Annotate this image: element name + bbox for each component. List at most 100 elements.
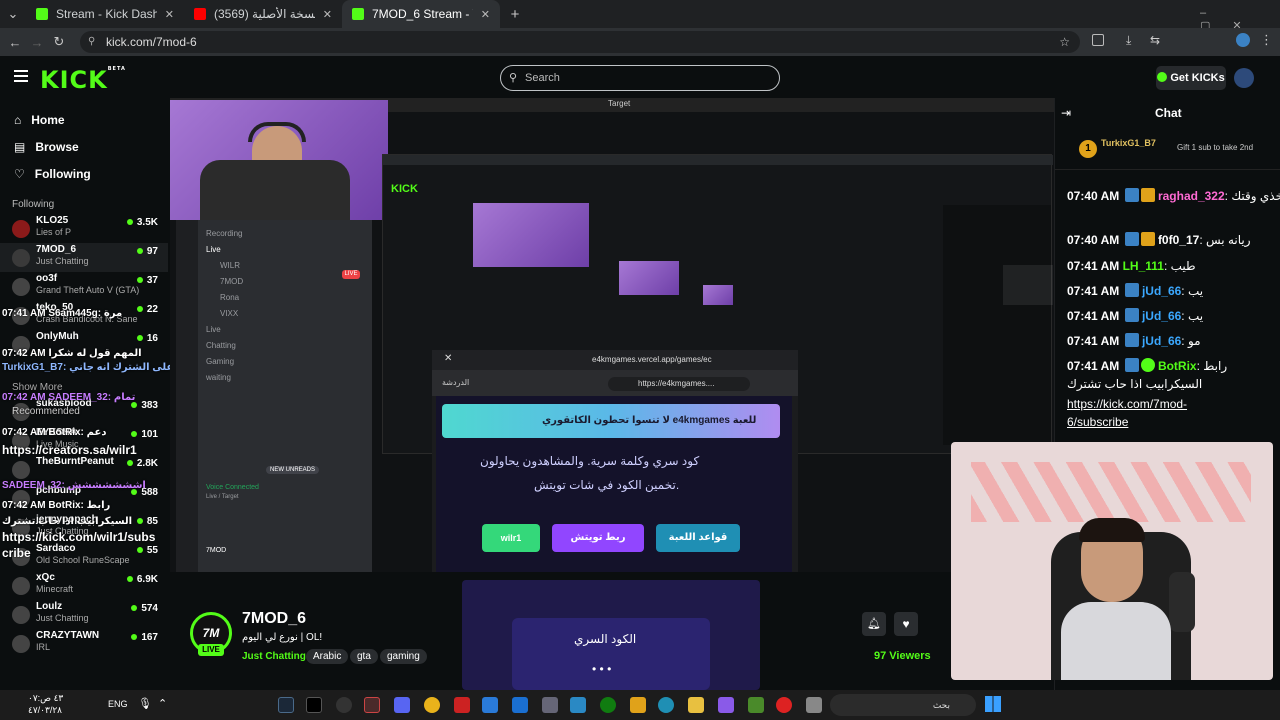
overlay-chat-line: TurkixG1_B7: على الشترك انه جاني: [2, 362, 174, 373]
close-tab-icon[interactable]: ✕: [481, 8, 490, 21]
search-placeholder: Search: [525, 72, 560, 84]
app-icon[interactable]: [806, 697, 822, 713]
profile-icon[interactable]: [1236, 33, 1250, 47]
mail-icon[interactable]: [512, 697, 528, 713]
moderator-badge-icon: [1124, 283, 1139, 297]
hamburger-menu-icon[interactable]: [14, 70, 28, 82]
mic-icon[interactable]: 🎙︎: [138, 697, 152, 710]
discord-user: 7MOD: [206, 547, 227, 554]
tab-search-icon[interactable]: ⌄: [0, 6, 26, 22]
tab-kick-dashboard[interactable]: Stream - Kick Dashboard ✕: [26, 0, 184, 28]
forward-icon[interactable]: →: [26, 35, 48, 50]
moderator-badge-icon: [1124, 308, 1139, 322]
user-avatar[interactable]: [1234, 68, 1254, 88]
tiktok-icon[interactable]: [306, 697, 322, 713]
subscribe-link[interactable]: https://kick.com/7mod-: [1067, 396, 1187, 413]
notification-bell-button[interactable]: 🔔︎: [862, 612, 886, 636]
new-tab-button[interactable]: +: [504, 6, 526, 23]
channel-item-klo25[interactable]: KLO25 Lies of P 3.5K: [0, 214, 168, 243]
url-text: kick.com/7mod-6: [106, 35, 197, 49]
tag-gta[interactable]: gta: [350, 649, 378, 664]
search-input[interactable]: ⚲ Search: [500, 65, 780, 91]
remote-icon[interactable]: [570, 697, 586, 713]
app-icon[interactable]: [454, 697, 470, 713]
popup-titlebar: ✕ e4kmgames.vercel.app/games/ec: [432, 350, 798, 370]
tab-youtube[interactable]: (3569) كنت ميتا (( النسخة الأصلية ✕: [184, 0, 342, 28]
channel-item-7mod6[interactable]: 7MOD_6 Just Chatting 97: [0, 243, 168, 272]
site-info-icon[interactable]: ⚲: [88, 31, 95, 53]
overlay-chat-line: 07:42 AM SADEEM_32: تمام: [2, 392, 136, 403]
channel-name[interactable]: 7MOD_6: [242, 610, 306, 628]
overlay-chat-line: https://creators.sa/wilr1: [2, 443, 137, 457]
headphones: [248, 122, 306, 142]
tab-title: (3569) كنت ميتا (( النسخة الأصلية: [214, 7, 315, 21]
sidebar-nav-home[interactable]: ⌂ Home: [0, 106, 168, 133]
settings-icon[interactable]: [542, 697, 558, 713]
copilot-icon[interactable]: [718, 697, 734, 713]
overlay-chat-line: 07:42 AM BotRix: رابط: [2, 500, 111, 511]
overlay-chat-line: cribe: [2, 546, 31, 560]
obs-icon[interactable]: [336, 697, 352, 713]
show-more-link[interactable]: Show More: [12, 382, 63, 393]
close-tab-icon[interactable]: ✕: [165, 8, 174, 21]
xbox-icon[interactable]: [600, 697, 616, 713]
moderator-badge-icon: [1124, 232, 1139, 246]
channel-item-xqc[interactable]: xQc Minecraft 6.9K: [0, 571, 168, 600]
popup-desc-line1: كود سري وكلمة سرية. والمشاهدون يحاولون: [480, 454, 700, 468]
tab-7mod-stream[interactable]: 7MOD_6 Stream - Watch Live on Kick ✕: [342, 0, 500, 28]
minecraft-icon[interactable]: [748, 697, 764, 713]
popup-banner: لا تنسوا تحطون الكاتقوري e4kmgames للعبة: [442, 404, 780, 438]
language-indicator[interactable]: ENG: [108, 699, 128, 709]
popup-sidebar-label: الدردشة: [442, 378, 470, 387]
browse-icon: ▤: [14, 139, 26, 154]
chat-message: 07:40 AM raghad_322: خذي وقتك: [1067, 188, 1280, 203]
translate-icon[interactable]: ⇆: [1150, 33, 1160, 47]
chrome-icon[interactable]: [424, 697, 440, 713]
app-icon[interactable]: [364, 697, 380, 713]
discord-icon[interactable]: [394, 697, 410, 713]
kick-logo[interactable]: KICKBETA: [40, 66, 126, 94]
avatar: [12, 249, 30, 267]
photos-icon[interactable]: [482, 697, 498, 713]
taskbar-search[interactable]: بحث: [830, 694, 976, 716]
link-twitch-button[interactable]: ربط تويتش: [552, 524, 644, 552]
windows-start-icon[interactable]: [985, 696, 1001, 712]
channel-item-loulz[interactable]: Loulz Just Chatting 574: [0, 600, 168, 629]
category-link[interactable]: Just Chatting: [242, 651, 306, 662]
wilr1-button[interactable]: wilr1: [482, 524, 540, 552]
discord-channel-list: Recording Live WILR 7MOD Rona VIXX Live …: [206, 229, 244, 382]
game-rules-button[interactable]: قواعد اللعبة: [656, 524, 740, 552]
chevron-up-icon[interactable]: ⌃: [158, 697, 167, 710]
opera-icon[interactable]: [776, 697, 792, 713]
stream-player[interactable]: Target Recording Live WILR 7MOD Rona VIX…: [170, 98, 1054, 572]
store-icon[interactable]: [630, 697, 646, 713]
edge-icon[interactable]: [658, 697, 674, 713]
viewer-count: 97 Viewers: [874, 650, 931, 662]
folder-icon[interactable]: [688, 697, 704, 713]
menu-dots-icon[interactable]: ⋮: [1260, 32, 1273, 48]
reload-icon[interactable]: ↻: [48, 34, 70, 50]
url-field[interactable]: kick.com/7mod-6 ⚲ ☆: [80, 31, 1080, 53]
steam-icon[interactable]: [278, 697, 294, 713]
close-tab-icon[interactable]: ✕: [323, 8, 332, 21]
tag-gaming[interactable]: gaming: [380, 649, 427, 664]
channel-item-crazytawn[interactable]: CRAZYTAWN IRL 167: [0, 629, 168, 658]
sidebar-nav-browse[interactable]: ▤ Browse: [0, 133, 168, 160]
back-icon[interactable]: ←: [4, 35, 26, 50]
bookmark-star-icon[interactable]: ☆: [1059, 31, 1070, 53]
channel-item-oo3f[interactable]: oo3f Grand Theft Auto V (GTA) 37: [0, 272, 168, 301]
sidebar-nav-following[interactable]: ♡ Following: [0, 160, 168, 187]
browser-tab-bar: ⌄ Stream - Kick Dashboard ✕ (3569) كنت م…: [0, 0, 1280, 32]
live-badge: LIVE: [198, 644, 224, 656]
get-kicks-button[interactable]: Get KICKs: [1156, 66, 1226, 90]
extensions-icon[interactable]: [1092, 34, 1104, 46]
popup-close-icon[interactable]: ✕: [444, 353, 452, 364]
chair: [200, 160, 350, 220]
follow-heart-button[interactable]: ♥: [894, 612, 918, 636]
collapse-chat-icon[interactable]: ⇥: [1061, 106, 1071, 120]
subscribe-link[interactable]: 6/subscribe: [1067, 414, 1128, 431]
download-icon[interactable]: ⤓: [1126, 33, 1131, 48]
tag-arabic[interactable]: Arabic: [306, 649, 349, 664]
home-icon: ⌂: [14, 112, 22, 127]
neon-decor: [971, 462, 1251, 522]
